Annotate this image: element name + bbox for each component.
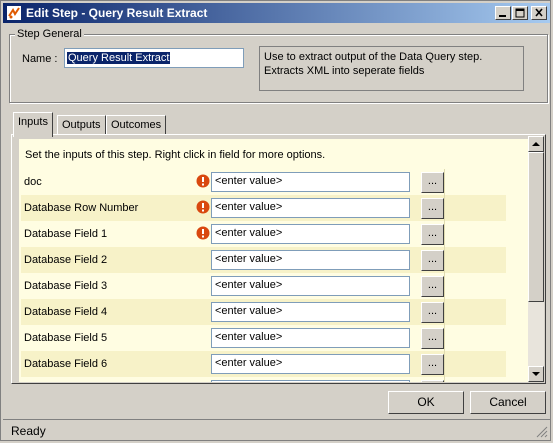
tab-outcomes[interactable]: Outcomes <box>106 115 167 135</box>
step-general-legend: Step General <box>15 28 84 40</box>
minimize-button[interactable] <box>495 6 511 20</box>
column-divider <box>444 273 445 299</box>
inputs-instructions: Set the inputs of this step. Right click… <box>25 149 326 161</box>
column-divider <box>444 325 445 351</box>
resize-grip-icon[interactable] <box>536 426 548 438</box>
browse-button[interactable]: ... <box>421 354 444 375</box>
status-text: Ready <box>11 424 46 438</box>
input-row: Database Field 1 <enter value>... <box>21 221 506 247</box>
input-value-field[interactable]: <enter value> <box>211 354 410 374</box>
name-label: Name : <box>22 53 58 65</box>
input-row-label: Database Field 5 <box>24 332 108 344</box>
input-row: ... <box>21 377 506 382</box>
input-row: Database Field 4 <enter value>... <box>21 299 506 325</box>
column-divider <box>444 299 445 325</box>
name-input[interactable]: Query Result Extract <box>64 48 244 68</box>
minimize-icon <box>499 15 506 17</box>
browse-button[interactable]: ... <box>421 172 444 193</box>
vertical-scrollbar[interactable] <box>528 136 544 382</box>
input-row-label: Database Field 1 <box>24 228 108 240</box>
close-button[interactable] <box>531 6 547 20</box>
input-row-label: Database Row Number <box>24 202 139 214</box>
ok-button[interactable]: OK <box>388 391 464 414</box>
column-divider <box>444 169 445 195</box>
window-title: Edit Step - Query Result Extract <box>26 6 208 20</box>
browse-button[interactable]: ... <box>421 224 444 245</box>
column-divider <box>444 221 445 247</box>
input-value-field[interactable]: <enter value> <box>211 276 410 296</box>
inputs-panel: Set the inputs of this step. Right click… <box>19 139 529 382</box>
close-icon <box>535 8 543 17</box>
app-icon <box>7 6 21 20</box>
browse-button[interactable]: ... <box>421 328 444 349</box>
scroll-thumb[interactable] <box>528 152 544 302</box>
scroll-up-button[interactable] <box>528 136 544 152</box>
warning-icon <box>196 174 210 188</box>
column-divider <box>444 351 445 377</box>
input-value-field[interactable]: <enter value> <box>211 198 410 218</box>
input-row-label: Database Field 6 <box>24 358 108 370</box>
arrow-down-icon <box>532 372 540 376</box>
input-row-label: Database Field 4 <box>24 306 108 318</box>
browse-button[interactable]: ... <box>421 250 444 271</box>
browse-button[interactable]: ... <box>421 302 444 323</box>
input-row-label: doc <box>24 176 42 188</box>
input-value-field[interactable]: <enter value> <box>211 302 410 322</box>
maximize-button[interactable] <box>512 6 528 20</box>
inputs-grid: doc <enter value>... Database Row Number <e… <box>21 169 506 382</box>
input-value-field[interactable]: <enter value> <box>211 224 410 244</box>
browse-button[interactable]: ... <box>421 276 444 297</box>
input-row: Database Field 3 <enter value>... <box>21 273 506 299</box>
input-row: Database Field 2 <enter value>... <box>21 247 506 273</box>
tab-outputs[interactable]: Outputs <box>57 115 106 135</box>
browse-button[interactable]: ... <box>421 380 444 382</box>
tab-inputs-label: Inputs <box>18 116 48 128</box>
tab-outputs-label: Outputs <box>62 119 101 131</box>
column-divider <box>444 195 445 221</box>
column-divider <box>444 247 445 273</box>
step-description: Use to extract output of the Data Query … <box>259 46 524 91</box>
warning-icon <box>196 200 210 214</box>
cancel-button[interactable]: Cancel <box>470 391 546 414</box>
maximize-icon <box>515 8 525 18</box>
column-divider <box>444 377 445 382</box>
input-value-field[interactable]: <enter value> <box>211 250 410 270</box>
input-row: Database Field 6 <enter value>... <box>21 351 506 377</box>
tab-outcomes-label: Outcomes <box>111 119 162 131</box>
browse-button[interactable]: ... <box>421 198 444 219</box>
tab-inputs[interactable]: Inputs <box>13 112 53 137</box>
edit-step-window: Edit Step - Query Result Extract Step Ge… <box>0 0 551 441</box>
status-bar: Ready <box>3 419 550 440</box>
input-value-field[interactable] <box>211 380 410 382</box>
title-bar[interactable]: Edit Step - Query Result Extract <box>3 3 550 23</box>
name-input-value: Query Result Extract <box>67 52 171 64</box>
input-row-label: Database Field 3 <box>24 280 108 292</box>
input-value-field[interactable]: <enter value> <box>211 328 410 348</box>
input-row: Database Field 5 <enter value>... <box>21 325 506 351</box>
input-row-label: Database Field 2 <box>24 254 108 266</box>
input-row: Database Row Number <enter value>... <box>21 195 506 221</box>
arrow-up-icon <box>532 142 540 146</box>
scroll-down-button[interactable] <box>528 366 544 382</box>
input-value-field[interactable]: <enter value> <box>211 172 410 192</box>
warning-icon <box>196 226 210 240</box>
input-row: doc <enter value>... <box>21 169 506 195</box>
